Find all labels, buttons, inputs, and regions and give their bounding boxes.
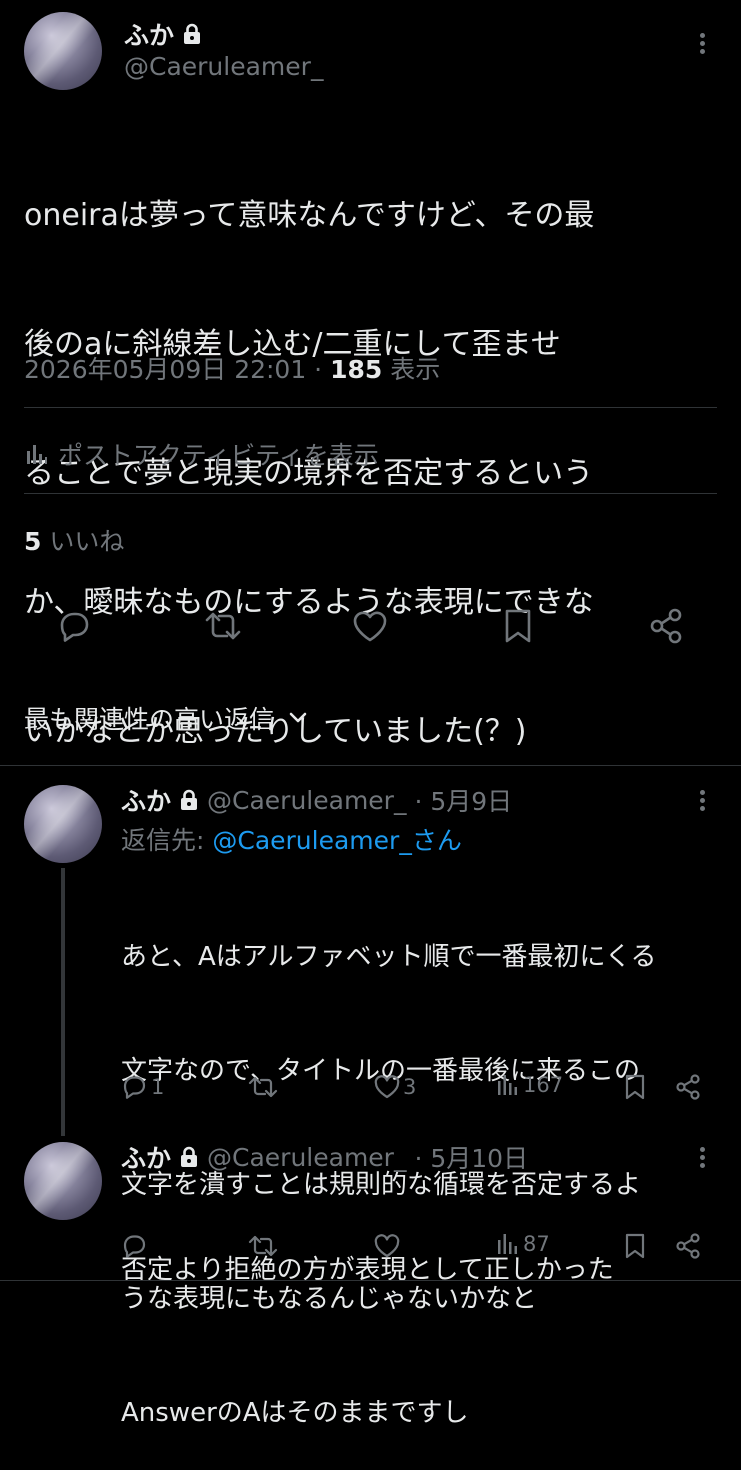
like-count: 3 [403, 1075, 417, 1099]
reply-handle[interactable]: @Caeruleamer_ [207, 1143, 406, 1172]
sort-dropdown[interactable]: 最も関連性の高い返信 [24, 700, 308, 736]
sort-label: 最も関連性の高い返信 [24, 705, 275, 734]
views-action[interactable]: 167 [497, 1073, 563, 1097]
reply-date[interactable]: · 5月9日 [414, 782, 512, 818]
view-count: 167 [523, 1073, 564, 1097]
reply-to: 返信先: @Caeruleamer_さん [121, 821, 462, 857]
chevron-down-icon [289, 712, 307, 723]
share-icon[interactable] [646, 606, 686, 646]
views-action[interactable]: 87 [497, 1232, 550, 1256]
more-icon[interactable] [700, 30, 705, 57]
post-timestamp[interactable]: 2026年05月09日 22:01 · [24, 355, 322, 384]
post-meta: 2026年05月09日 22:01 · 185 表示 [24, 350, 440, 386]
display-name[interactable]: ふか [124, 16, 174, 52]
like-icon[interactable] [373, 1232, 401, 1260]
divider [0, 765, 741, 766]
repost-icon[interactable] [247, 1073, 279, 1101]
like-icon[interactable] [350, 606, 390, 646]
reply-icon[interactable] [121, 1232, 149, 1260]
post-text-line: oneiraは夢って意味なんですけど、その最 [24, 198, 595, 233]
post-activity-label: ポストアクティビティを表示 [58, 441, 379, 470]
like-action[interactable]: 3 [373, 1073, 416, 1101]
divider [24, 407, 717, 408]
divider [0, 1280, 741, 1281]
reply-avatar[interactable] [24, 1142, 102, 1220]
divider [24, 493, 717, 494]
reply-action[interactable]: 1 [121, 1073, 164, 1101]
author-handle[interactable]: @Caeruleamer_ [124, 52, 323, 81]
analytics-icon [498, 1234, 517, 1254]
reply-avatar[interactable] [24, 785, 102, 863]
reply-display-name[interactable]: ふか [121, 782, 171, 818]
views-label: 表示 [390, 355, 441, 384]
reply-count: 1 [151, 1075, 165, 1099]
author-name-row[interactable]: ふか [124, 16, 202, 52]
views-count: 185 [330, 355, 383, 384]
more-icon[interactable] [700, 787, 705, 814]
bookmark-icon[interactable] [622, 1073, 648, 1101]
like-icon [374, 1075, 400, 1099]
reply-header: ふか @Caeruleamer_ · 5月9日 [121, 782, 512, 818]
reply-to-label: 返信先: [121, 826, 213, 855]
lock-icon [181, 1146, 198, 1167]
view-count: 87 [523, 1232, 550, 1256]
bookmark-icon[interactable] [500, 606, 536, 646]
reply-display-name[interactable]: ふか [121, 1139, 171, 1175]
more-icon[interactable] [700, 1144, 705, 1171]
lock-icon [184, 23, 201, 44]
analytics-icon [27, 445, 47, 464]
avatar[interactable] [24, 12, 102, 90]
reply-date[interactable]: · 5月10日 [414, 1139, 528, 1175]
reply-icon [123, 1076, 146, 1099]
reply-handle[interactable]: @Caeruleamer_ [207, 786, 406, 815]
analytics-icon [498, 1075, 517, 1095]
repost-icon[interactable] [201, 606, 245, 646]
repost-icon[interactable] [247, 1232, 279, 1260]
likes-summary[interactable]: 5 いいね [24, 522, 124, 558]
reply-text-line: AnswerのAはそのままですし [121, 1398, 469, 1428]
reply-header: ふか @Caeruleamer_ · 5月10日 [121, 1139, 528, 1175]
bookmark-icon[interactable] [622, 1232, 648, 1260]
reply-text-line: あと、Aはアルファベット順で一番最初にくる [121, 942, 657, 972]
lock-icon [181, 789, 198, 810]
likes-label: いいね [49, 527, 125, 556]
reply-icon[interactable] [54, 606, 94, 646]
post-activity-link[interactable]: ポストアクティビティを表示 [24, 436, 379, 472]
likes-count: 5 [24, 527, 42, 556]
reply-to-handle[interactable]: @Caeruleamer_さん [212, 826, 461, 855]
share-icon[interactable] [674, 1073, 702, 1101]
share-icon[interactable] [674, 1232, 702, 1260]
thread-line [61, 868, 65, 1136]
